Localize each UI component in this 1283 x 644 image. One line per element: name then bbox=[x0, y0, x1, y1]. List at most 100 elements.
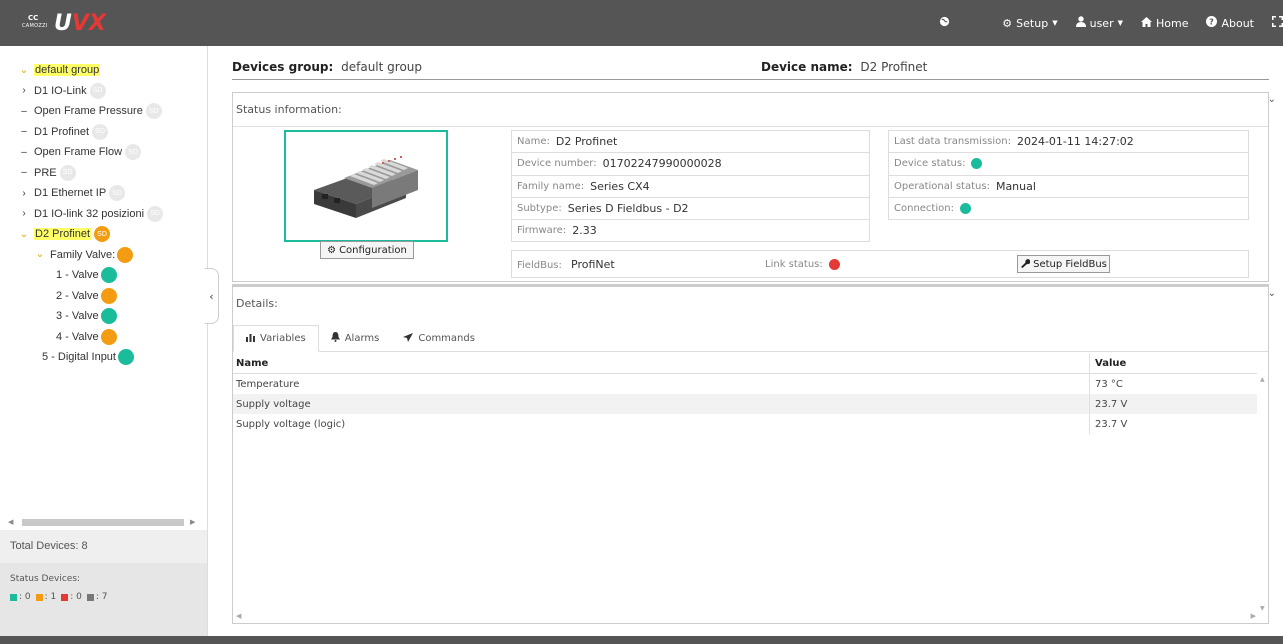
details-panel: Details: ⌄ Variables Alarms Commands Nam… bbox=[232, 284, 1276, 624]
chevron-right-icon[interactable]: › bbox=[18, 208, 30, 219]
tree-node-valve-3[interactable]: 3 - Valve bbox=[0, 306, 207, 327]
tree-node-open-frame-pressure[interactable]: – Open Frame Pressure SD bbox=[0, 101, 207, 122]
tree-node-d1-ethernet-ip[interactable]: › D1 Ethernet IP SD bbox=[0, 183, 207, 204]
tree-node-family-valve[interactable]: ⌄ Family Valve: bbox=[0, 245, 207, 266]
tree-node-digital-input-5[interactable]: 5 - Digital Input bbox=[0, 347, 207, 368]
chevron-down-icon[interactable]: ⌄ bbox=[1268, 95, 1276, 105]
info-row-firmware: Firmware: 2.33 bbox=[512, 220, 869, 243]
chevron-down-icon[interactable]: ⌄ bbox=[34, 249, 46, 260]
tree-node-valve-4[interactable]: 4 - Valve bbox=[0, 327, 207, 348]
panel-title: Details: bbox=[236, 297, 278, 310]
info-row-device-number: Device number: 01702247990000028 bbox=[512, 153, 869, 176]
info-value: 01702247990000028 bbox=[602, 157, 722, 171]
about-link[interactable]: ? About bbox=[1206, 16, 1254, 30]
info-value: Manual bbox=[995, 179, 1036, 193]
fieldbus-info: FieldBus: ProfiNet bbox=[517, 258, 615, 271]
tree-horizontal-scrollbar[interactable]: ◀ ▶ bbox=[8, 517, 200, 527]
device-info-table: Name: D2 Profinet Device number: 0170224… bbox=[511, 130, 870, 243]
scroll-left-icon[interactable]: ◀ bbox=[8, 518, 16, 526]
tree-node-valve-2[interactable]: 2 - Valve bbox=[0, 286, 207, 307]
tree-node-label: Open Frame Flow bbox=[34, 146, 123, 159]
table-row[interactable]: Supply voltage 23.7 V bbox=[233, 394, 1257, 414]
tree-node-valve-1[interactable]: 1 - Valve bbox=[0, 265, 207, 286]
status-square-warning bbox=[35, 593, 43, 601]
chevron-down-icon[interactable]: ⌄ bbox=[1268, 289, 1276, 299]
tree-node-label: 2 - Valve bbox=[56, 289, 99, 302]
status-information-header[interactable]: Status information: ⌄ bbox=[233, 93, 1276, 127]
info-label: Connection: bbox=[894, 203, 954, 215]
tree-node-label: Family Valve: bbox=[50, 248, 116, 261]
chevron-right-icon[interactable]: › bbox=[18, 85, 30, 96]
link-status-label: Link status: bbox=[765, 258, 823, 270]
uvix-logo-text: UVX bbox=[54, 11, 106, 36]
tree-node-d2-profinet[interactable]: ⌄ D2 Profinet SD bbox=[0, 224, 207, 245]
tab-variables[interactable]: Variables bbox=[233, 325, 319, 352]
scroll-right-icon[interactable]: ▶ bbox=[1251, 612, 1256, 620]
tree-node-default-group[interactable]: ⌄ default group bbox=[0, 60, 207, 81]
expand-icon bbox=[1272, 16, 1283, 30]
sidebar-collapse-toggle[interactable]: ‹ bbox=[205, 268, 219, 324]
table-vertical-scrollbar[interactable]: ▲ ▼ bbox=[1257, 354, 1268, 612]
setup-menu[interactable]: ⚙ Setup ▼ bbox=[1002, 17, 1057, 30]
info-row-operational-status: Operational status: Manual bbox=[889, 176, 1248, 198]
tree-node-open-frame-flow[interactable]: – Open Frame Flow SD bbox=[0, 142, 207, 163]
home-link[interactable]: Home bbox=[1140, 16, 1188, 30]
tree-node-label: D1 Profinet bbox=[34, 125, 90, 138]
device-image bbox=[284, 130, 448, 242]
setup-fieldbus-button[interactable]: Setup FieldBus bbox=[1017, 255, 1110, 273]
fieldbus-value: ProfiNet bbox=[571, 257, 615, 271]
tree-node-d1-io-link[interactable]: › D1 IO-Link SD bbox=[0, 81, 207, 102]
scroll-right-icon[interactable]: ▶ bbox=[190, 518, 198, 526]
tree-node-d1-io-link-32[interactable]: › D1 IO-link 32 posizioni SD bbox=[0, 204, 207, 225]
column-header-value[interactable]: Value bbox=[1090, 354, 1257, 373]
user-menu[interactable]: user ▼ bbox=[1075, 16, 1123, 30]
device-name-info: Device name: D2 Profinet bbox=[761, 60, 927, 74]
tab-alarms[interactable]: Alarms bbox=[319, 325, 392, 352]
tab-label: Commands bbox=[418, 333, 475, 344]
devices-group-info: Devices group: default group bbox=[232, 60, 422, 74]
info-value: Series CX4 bbox=[590, 179, 650, 193]
panel-title: Status information: bbox=[236, 103, 342, 116]
status-dot-ok bbox=[100, 267, 117, 284]
tab-commands[interactable]: Commands bbox=[391, 325, 487, 352]
status-dot-ok bbox=[117, 349, 134, 366]
status-dot-warning bbox=[100, 287, 117, 304]
details-header[interactable]: Details: ⌄ bbox=[233, 287, 1276, 321]
fullscreen-button[interactable] bbox=[1272, 16, 1283, 30]
cell-name: Supply voltage bbox=[233, 394, 1090, 414]
chevron-down-icon[interactable]: ⌄ bbox=[18, 229, 30, 240]
total-devices: Total Devices: 8 bbox=[10, 540, 88, 552]
devices-group-value: default group bbox=[341, 60, 423, 74]
dash-icon: – bbox=[21, 126, 27, 138]
status-dot-ok bbox=[100, 308, 117, 325]
tree-node-pre[interactable]: – PRE SD bbox=[0, 163, 207, 184]
setup-label: Setup bbox=[1016, 16, 1049, 30]
table-row[interactable]: Temperature 73 °C bbox=[233, 374, 1257, 394]
user-icon bbox=[1075, 16, 1086, 30]
device-status-badge: SD bbox=[125, 144, 142, 161]
gear-icon: ⚙ bbox=[327, 244, 337, 256]
tree-node-d1-profinet[interactable]: – D1 Profinet SD bbox=[0, 122, 207, 143]
column-header-name[interactable]: Name bbox=[233, 354, 1090, 373]
tab-label: Variables bbox=[260, 333, 306, 344]
scrollbar-thumb[interactable] bbox=[22, 518, 184, 526]
top-nav-menu: ⚙ Setup ▼ user ▼ Home ? About bbox=[939, 0, 1283, 46]
chevron-down-icon[interactable]: ⌄ bbox=[18, 65, 30, 76]
table-horizontal-scrollbar[interactable]: ◀ ▶ bbox=[233, 611, 1268, 623]
language-globe-button[interactable] bbox=[939, 16, 950, 30]
device-status-badge: SD bbox=[109, 185, 126, 202]
configuration-button[interactable]: ⚙ Configuration bbox=[320, 241, 414, 259]
info-label: Subtype: bbox=[517, 203, 562, 215]
scroll-up-icon[interactable]: ▲ bbox=[1260, 376, 1265, 383]
app-logo[interactable]: CC CAMOZZI UVX bbox=[22, 12, 106, 36]
device-status-badge: SD bbox=[59, 164, 76, 181]
status-square-ok bbox=[10, 593, 17, 601]
chevron-right-icon[interactable]: › bbox=[18, 188, 30, 199]
scroll-left-icon[interactable]: ◀ bbox=[236, 612, 241, 620]
device-illustration bbox=[314, 156, 418, 218]
device-status-badge: SD bbox=[92, 123, 109, 140]
info-row-name: Name: D2 Profinet bbox=[512, 131, 869, 154]
status-count-error: : 0 bbox=[70, 592, 82, 602]
table-header: Name Value bbox=[233, 354, 1257, 374]
table-row[interactable]: Supply voltage (logic) 23.7 V bbox=[233, 414, 1257, 434]
